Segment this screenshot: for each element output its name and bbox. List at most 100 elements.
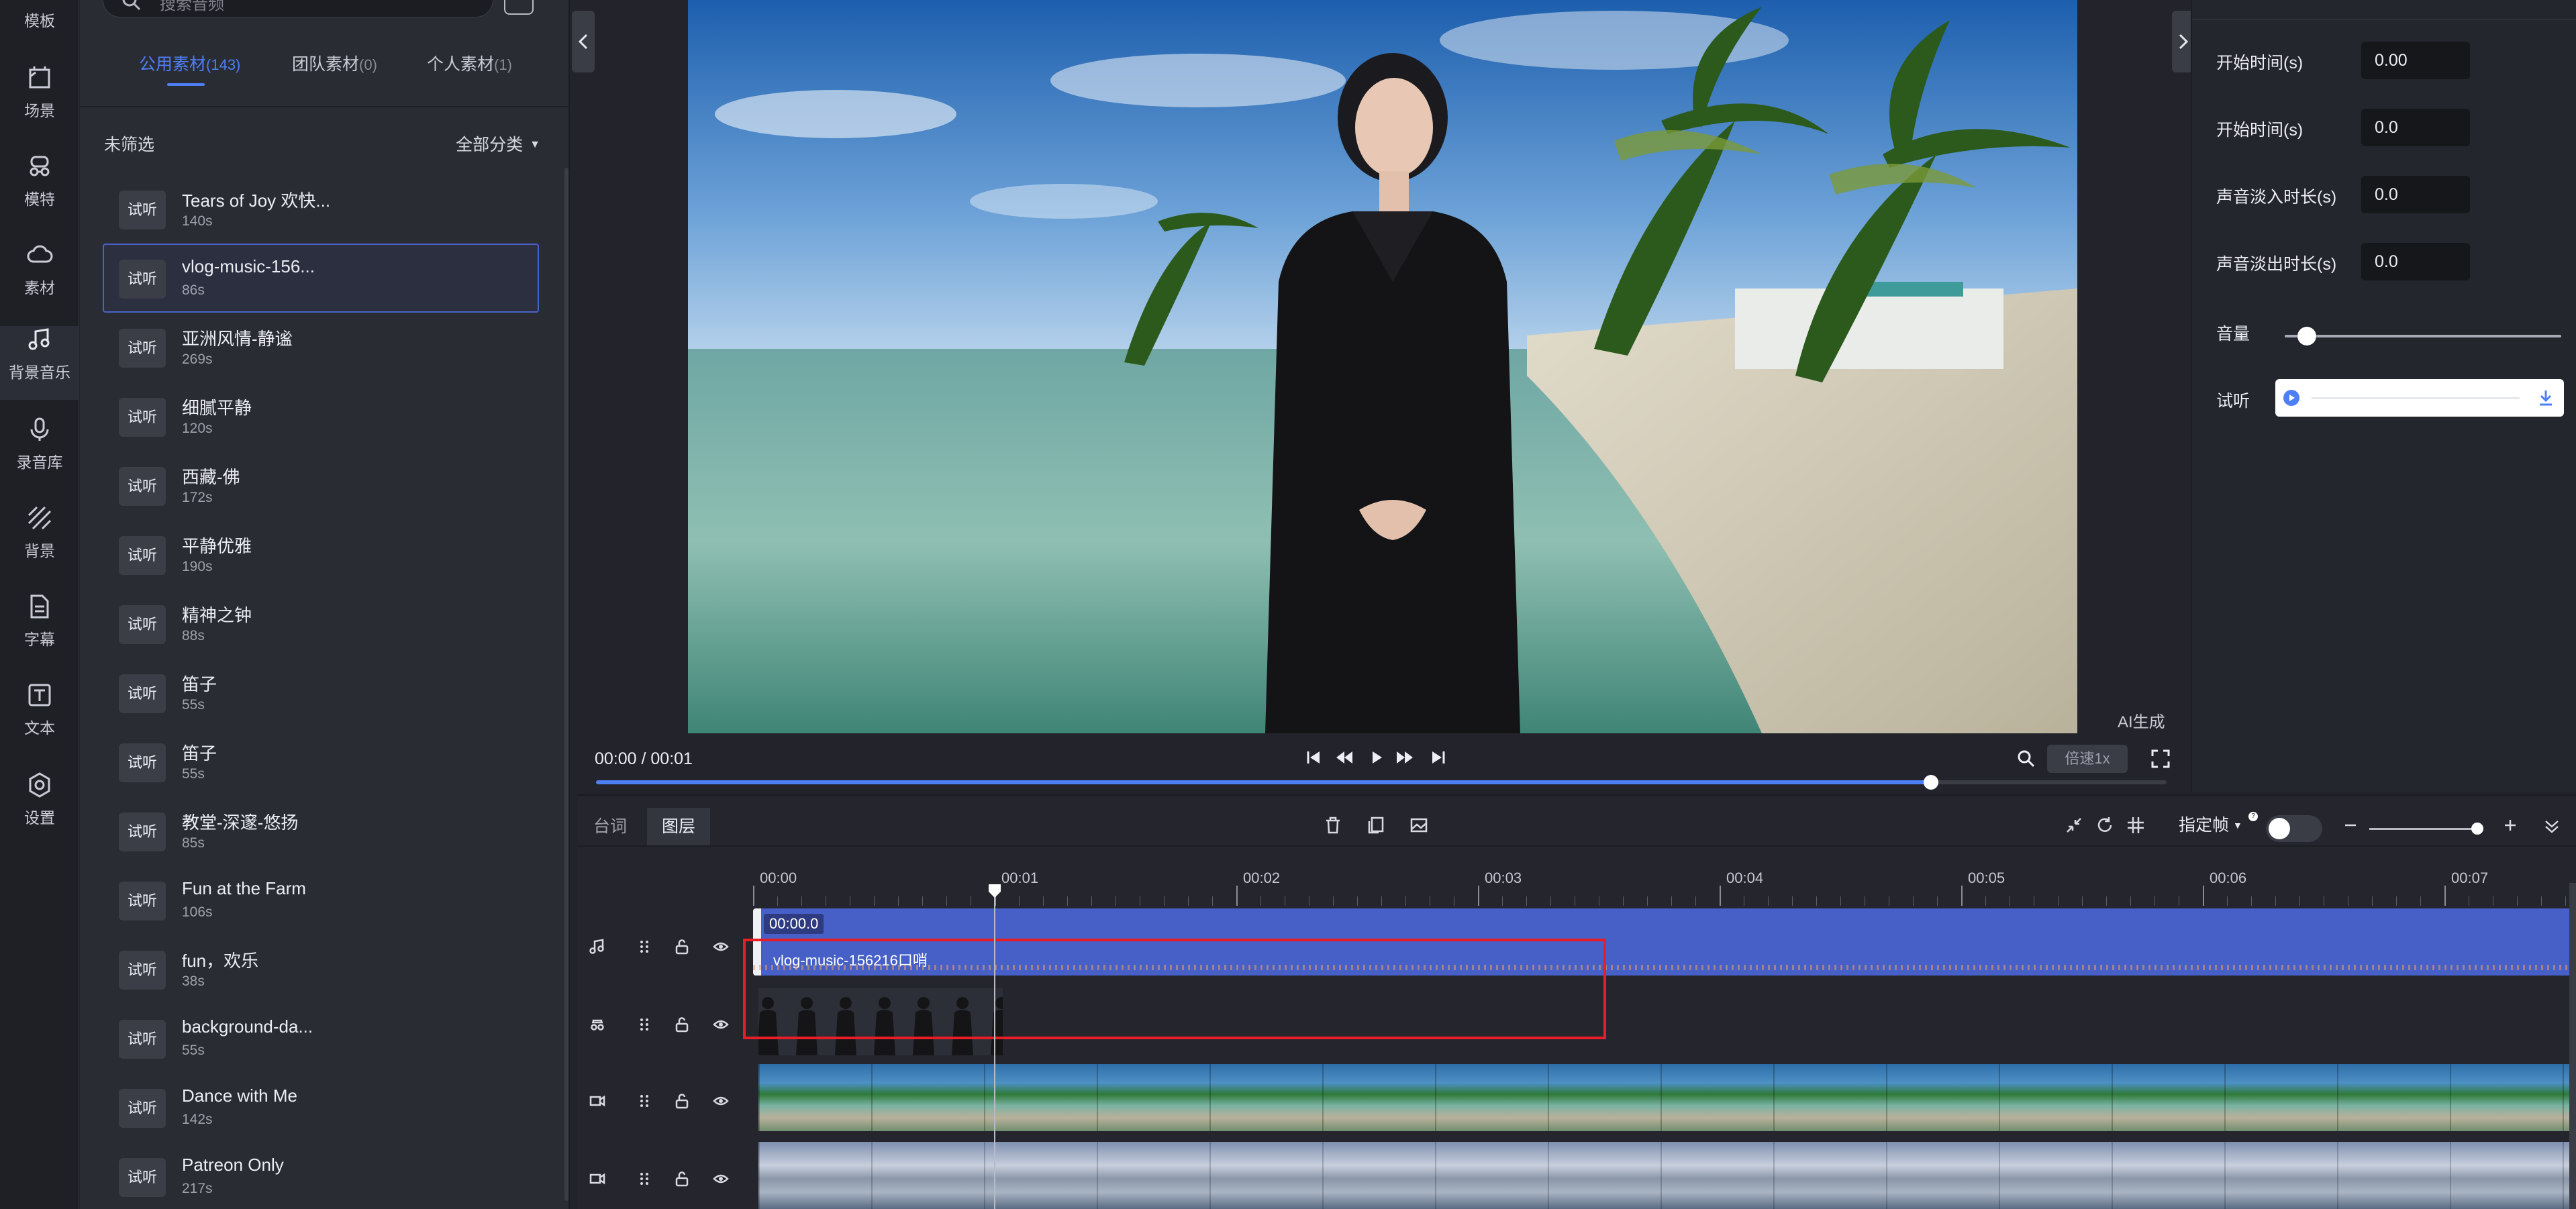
play-button[interactable] [1369,750,1384,765]
preview-button[interactable]: 试听 [119,674,166,713]
music-list-item[interactable]: 试听 background-da... 55s [103,1004,539,1073]
unlock-icon[interactable] [674,939,690,955]
tab-layers[interactable]: 图层 [647,808,711,845]
nav-item-scene[interactable]: 场景 [0,64,79,138]
preview-button[interactable]: 试听 [119,1089,166,1128]
unlock-icon[interactable] [674,1171,690,1187]
rewind-button[interactable] [1336,750,1353,765]
delete-button[interactable] [1324,816,1342,835]
drag-handle-icon[interactable] [636,1093,652,1109]
music-list-item[interactable]: 试听 fun，欢乐 38s [103,935,539,1004]
tab-public-materials[interactable]: 公用素材(143) [139,51,240,75]
replace-image-button[interactable] [1409,816,1428,835]
preview-button[interactable]: 试听 [119,191,166,229]
music-list-item[interactable]: 试听 笛子 55s [103,727,539,796]
preview-button[interactable]: 试听 [119,743,166,782]
music-list-item[interactable]: 试听 Tears of Joy 欢快... 140s [103,174,539,244]
tab-personal-materials[interactable]: 个人素材(1) [427,51,512,75]
music-list-item[interactable]: 试听 精神之钟 88s [103,589,539,658]
zoom-preview-button[interactable] [2017,749,2036,768]
zoom-in-button[interactable] [2504,819,2517,832]
timeline-scrollbar[interactable] [2569,883,2576,1209]
music-list-item[interactable]: 试听 Patreon Only 217s [103,1142,539,1209]
preview-button[interactable]: 试听 [119,398,166,437]
progress-bar[interactable] [596,775,2167,790]
preview-button[interactable]: 试听 [119,882,166,921]
help-icon[interactable]: ? [2248,812,2258,821]
preview-button[interactable]: 试听 [119,1020,166,1059]
volume-slider[interactable] [2285,327,2561,346]
timeline-zoom-slider[interactable] [2369,828,2479,830]
keyframe-dropdown[interactable]: 指定帧 ▼ [2179,812,2242,836]
fade-in-input[interactable]: 0.0 [2361,176,2470,213]
nav-item-model[interactable]: 模特 [0,153,79,227]
fullscreen-button[interactable] [2151,749,2170,768]
timeline-zoom-thumb[interactable] [2471,823,2483,835]
preview-button[interactable]: 试听 [119,536,166,575]
nav-item-background[interactable]: 背景 [0,505,79,578]
volume-slider-thumb[interactable] [2297,327,2316,346]
playback-speed-button[interactable]: 倍速1x [2047,745,2128,773]
nav-item-bgm[interactable]: 背景音乐 [0,326,79,400]
start-time-2-input[interactable]: 0.0 [2361,109,2470,146]
audio-progress-track[interactable] [2312,397,2520,399]
preview-button[interactable]: 试听 [119,812,166,851]
music-list-item[interactable]: 试听 笛子 55s [103,658,539,727]
audio-play-button[interactable] [2283,390,2299,406]
music-list-item[interactable]: 试听 亚洲风情-静谧 269s [103,313,539,382]
progress-thumb[interactable] [1924,775,1938,790]
collapse-tracks-button[interactable] [2065,816,2083,835]
eye-icon[interactable] [713,1171,729,1187]
preview-button[interactable]: 试听 [119,260,166,299]
start-time-input[interactable]: 0.00 [2361,42,2470,79]
expand-timeline-button[interactable] [2544,819,2560,835]
background-clip[interactable] [758,1142,2576,1209]
music-list-item[interactable]: 试听 细腻平静 120s [103,382,539,451]
scene-clip[interactable] [758,1064,2576,1131]
tab-team-materials[interactable]: 团队素材(0) [292,51,377,75]
nav-item-template[interactable]: 模板 [0,0,79,48]
eye-icon[interactable] [713,1016,729,1033]
music-list-item[interactable]: 试听 vlog-music-156... 86s [103,244,539,313]
music-list-item[interactable]: 试听 Fun at the Farm 106s [103,865,539,935]
skip-start-button[interactable] [1306,750,1321,765]
search-input[interactable]: 搜索音频 [103,0,493,17]
unlock-icon[interactable] [674,1016,690,1033]
eye-icon[interactable] [713,939,729,955]
fade-out-input[interactable]: 0.0 [2361,243,2470,280]
upload-button[interactable] [504,0,534,15]
grid-toggle-button[interactable] [2126,816,2145,835]
music-list-item[interactable]: 试听 平静优雅 190s [103,520,539,589]
nav-item-recordings[interactable]: 录音库 [0,416,79,490]
nav-item-settings[interactable]: 设置 [0,772,79,845]
tab-lines[interactable]: 台词 [579,808,642,845]
skip-end-button[interactable] [1431,750,1446,765]
library-scrollbar[interactable] [564,168,568,1201]
refresh-button[interactable] [2095,816,2114,835]
keyframe-toggle[interactable] [2266,815,2322,842]
preview-button[interactable]: 试听 [119,1158,166,1197]
collapse-left-button[interactable] [572,11,595,72]
preview-button[interactable]: 试听 [119,951,166,990]
playhead-handle[interactable] [989,884,1001,898]
eye-icon[interactable] [713,1093,729,1109]
category-dropdown[interactable]: 全部分类 ▼ [456,132,540,156]
preview-button[interactable]: 试听 [119,329,166,368]
download-button[interactable] [2537,388,2555,407]
music-list-item[interactable]: 试听 Dance with Me 142s [103,1073,539,1142]
music-list-item[interactable]: 试听 教堂-深邃-悠扬 85s [103,796,539,865]
nav-item-subtitle[interactable]: 字幕 [0,593,79,667]
fast-forward-button[interactable] [1396,750,1414,765]
unlock-icon[interactable] [674,1093,690,1109]
preview-button[interactable]: 试听 [119,467,166,506]
video-preview-canvas[interactable] [688,0,2077,733]
drag-handle-icon[interactable] [636,939,652,955]
drag-handle-icon[interactable] [636,1016,652,1033]
nav-item-material[interactable]: 素材 [0,242,79,315]
copy-button[interactable] [1367,816,1385,835]
preview-button[interactable]: 试听 [119,605,166,644]
audio-preview-player[interactable] [2275,379,2564,417]
drag-handle-icon[interactable] [636,1171,652,1187]
nav-item-text[interactable]: 文本 [0,682,79,755]
zoom-out-button[interactable] [2344,819,2357,832]
